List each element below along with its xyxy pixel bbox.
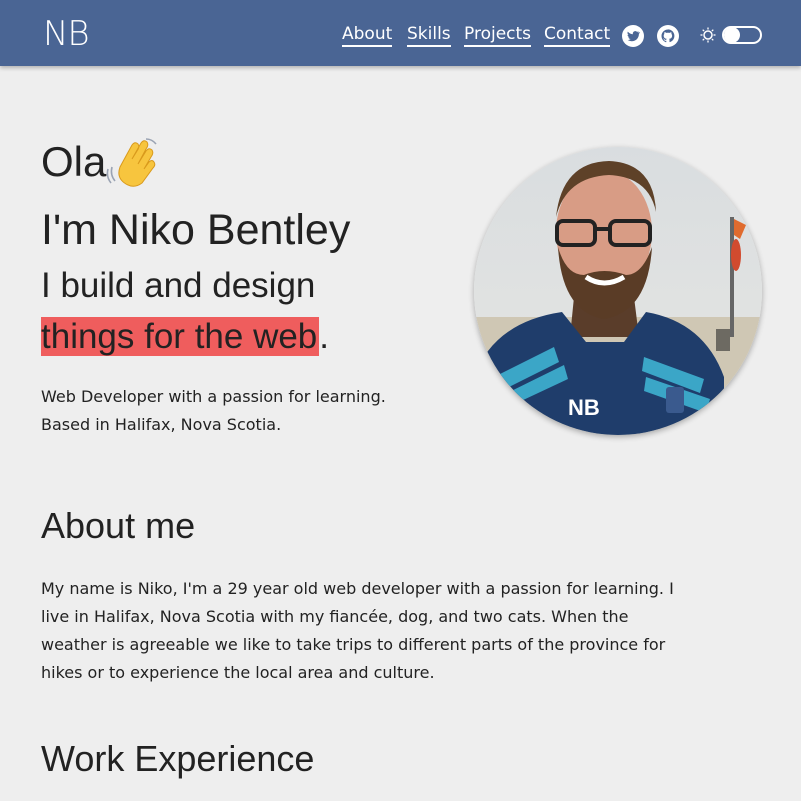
work-heading: Work Experience	[41, 738, 315, 779]
tagline-highlight: things for the web	[41, 317, 320, 356]
nav-about[interactable]: About	[342, 24, 393, 47]
nav-contact[interactable]: Contact	[544, 24, 611, 47]
nav-projects[interactable]: Projects	[464, 24, 532, 47]
twitter-icon[interactable]	[621, 24, 645, 48]
toggle-knob	[724, 27, 740, 43]
hero-name: I'm Niko Bentley	[41, 206, 351, 254]
site-header: NB About Skills Projects Contact	[0, 0, 801, 66]
tagline-line2: things for the web.	[41, 315, 329, 359]
github-icon[interactable]	[656, 24, 680, 48]
tagline-line1: I build and design	[41, 266, 316, 305]
sun-icon	[700, 27, 716, 43]
greeting: Ola	[41, 138, 107, 185]
tagline-period: .	[319, 317, 330, 356]
logo[interactable]: NB	[43, 14, 90, 54]
profile-photo: NB	[474, 147, 762, 435]
intro-line2: Based in Halifax, Nova Scotia.	[41, 415, 282, 434]
about-heading: About me	[41, 505, 196, 546]
wave-icon	[106, 138, 157, 187]
nav-skills[interactable]: Skills	[407, 24, 451, 47]
about-text: My name is Niko, I'm a 29 year old web d…	[41, 579, 674, 682]
intro-line1: Web Developer with a passion for learnin…	[41, 387, 386, 406]
hero-intro: Web Developer with a passion for learnin…	[41, 383, 386, 439]
shirt-logo: NB	[568, 395, 600, 420]
theme-toggle[interactable]	[722, 26, 762, 44]
